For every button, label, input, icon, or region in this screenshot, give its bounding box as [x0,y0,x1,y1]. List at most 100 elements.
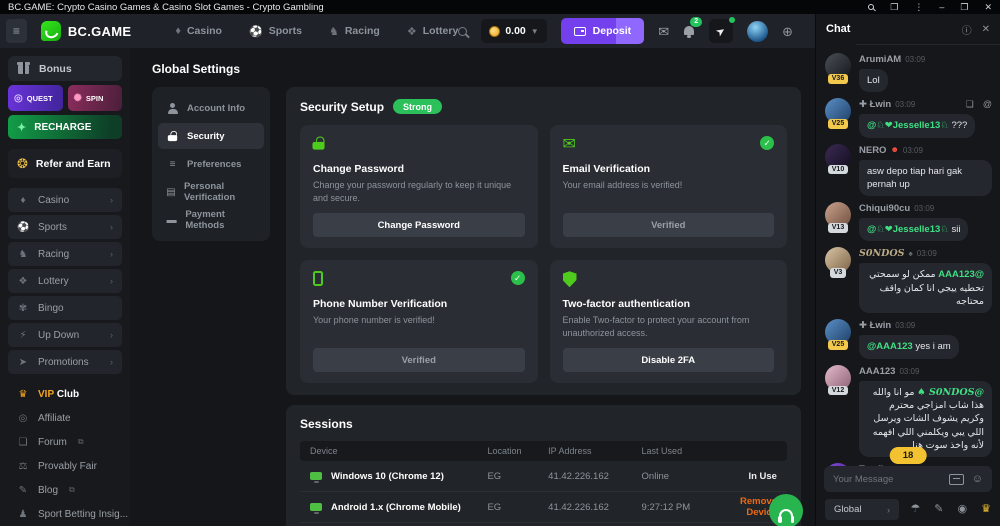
refer-label: Refer and Earn [36,158,111,170]
restore-button[interactable]: ❐ [960,2,968,13]
chevron-right-icon: › [110,276,113,286]
chat-info-icon[interactable]: ⓘ [962,22,972,37]
sidebar-link-provably-fair[interactable]: ⚖ Provably Fair [8,454,122,478]
trophy-icon[interactable]: ♛ [981,504,991,515]
sidebar-link-sport-betting-insig[interactable]: ♟ Sport Betting Insig... ⧉ [8,502,122,526]
settings-nav: Account Info Security ≡ Preferences ▤ Pe… [152,87,270,241]
notification-badge: 2 [690,17,702,27]
inbox-icon[interactable]: ✉ [658,25,669,38]
hamburger-menu-button[interactable]: ≡ [6,19,27,43]
sidebar-link-affiliate[interactable]: ◎ Affiliate [8,406,122,430]
user-avatar[interactable] [747,21,768,42]
pencil-icon[interactable]: ✎ [934,504,943,515]
sidebar-item-bonus[interactable]: Bonus [8,56,122,81]
minimize-button[interactable]: – [939,2,944,12]
spin-button[interactable]: ✺ SPIN [68,85,123,111]
browser-menu-icon[interactable]: ⋮ [914,2,923,13]
sidebar-item-racing[interactable]: ♞ Racing › [8,242,122,266]
sidebar-item-lottery[interactable]: ❖ Lottery › [8,269,122,293]
emoji-icon[interactable]: ☺ [972,474,983,485]
sessions-title: Sessions [300,417,787,431]
lock-icon [166,130,179,142]
sidebar-item-sports[interactable]: ⚽ Sports › [8,215,122,239]
sidebar-link-label: Forum [38,437,67,448]
sticker-icon[interactable] [949,474,964,485]
live-support-button[interactable] [769,494,803,526]
chat-message-input[interactable] [833,474,941,485]
recharge-icon: ✦ [17,121,26,134]
chat-message: V25 ✚ Łwin 03:09 ❏@ @♘❤Jesselle13♘ ??? [824,98,992,137]
coin-icon[interactable]: ◉ [958,504,968,515]
settings-nav-preferences[interactable]: ≡ Preferences [158,151,264,177]
sports-icon: ⚽ [17,222,29,233]
card-title: Two-factor authentication [563,298,775,310]
notifications-button[interactable]: 2 [683,25,695,37]
sessions-column-header: Location [487,446,548,456]
change-password-button[interactable]: Change Password [313,213,525,237]
chat-username[interactable]: ✚ Łwin [859,99,891,110]
search-icon[interactable] [458,27,467,36]
balance-selector[interactable]: 0.00 ▼ [481,19,546,43]
zoom-icon[interactable] [868,4,874,10]
chat-username[interactable]: S0NDOS [859,248,905,259]
racing-icon: ♞ [17,249,29,260]
chat-message: V3 S0NDOS ♠ 03:09 @AAA123 ممكن لو سمحتي … [824,247,992,313]
verified-button[interactable]: Verified [313,348,525,372]
deposit-button[interactable]: Deposit [561,18,645,44]
unread-count-pill[interactable]: 18 [890,447,927,464]
sidebar-item-promotions[interactable]: ➤ Promotions › [8,350,122,374]
nav-lottery[interactable]: ❖ Lottery [407,25,458,38]
chat-username[interactable]: ArumiAM [859,54,901,65]
message-actions[interactable]: ❏@ [966,99,992,110]
nav-label: Sports [269,25,302,37]
session-ip: 41.42.226.162 [548,471,641,482]
chat-header: Chat ⓘ ✕ [816,14,1000,44]
session-action[interactable]: Remove Device [716,496,777,518]
primary-nav: ♦ Casino ⚽ Sports ♞ Racing ❖ Lottery [175,25,458,38]
window-titlebar: BC.GAME: Crypto Casino Games & Casino Sl… [0,0,1000,14]
chat-room-selector[interactable]: Global › [825,499,899,520]
rain-icon[interactable]: ☂ [910,504,920,515]
settings-nav-personal-verification[interactable]: ▤ Personal Verification [158,179,264,205]
settings-nav-payment-methods[interactable]: ▬ Payment Methods [158,207,264,233]
casino-icon: ♦ [175,25,181,37]
chat-close-icon[interactable]: ✕ [982,24,990,35]
chat-username[interactable]: Chiqui90cu [859,203,910,214]
chat-username[interactable]: ✚ Łwin [859,320,891,331]
list-icon: ≡ [166,159,179,170]
sidebar-link-label: Affiliate [38,413,71,424]
card-title: Change Password [313,163,525,175]
brand-logo[interactable]: BC.GAME [41,21,132,41]
bonus-label: Bonus [39,63,72,75]
chat-toggle-button[interactable]: ➤ [709,19,733,43]
sidebar-item-bingo[interactable]: ✾ Bingo [8,296,122,320]
sidebar-link-blog[interactable]: ✎ Blog ⧉ [8,478,122,502]
chat-message: V13 Chiqui90cu 03:09 @♘❤Jesselle13♘ sii [824,202,992,241]
sidebar-item-casino[interactable]: ♦ Casino › [8,188,122,212]
settings-nav-account-info[interactable]: Account Info [158,95,264,121]
nav-sports[interactable]: ⚽ Sports [249,25,302,38]
quest-button[interactable]: ◎ QUEST [8,85,63,111]
sidebar-link-forum[interactable]: ❏ Forum ⧉ [8,430,122,454]
left-sidebar: Bonus ◎ QUEST ✺ SPIN ✦ R [0,48,130,526]
refer-and-earn-item[interactable]: ❂ Refer and Earn [8,149,122,178]
session-action: In Use [716,471,777,482]
card-description: Your email address is verified! [563,179,775,204]
disable-2fa-button[interactable]: Disable 2FA [563,348,775,372]
sidebar-item-up-down[interactable]: ⚡ Up Down › [8,323,122,347]
verified-button[interactable]: Verified [563,213,775,237]
chevron-right-icon: › [887,505,890,515]
tab-icon[interactable]: ❒ [890,2,898,13]
language-globe-icon[interactable]: ⊕ [782,25,793,38]
nav-casino[interactable]: ♦ Casino [175,25,222,38]
security-cards: Change Password Change your password reg… [300,125,787,383]
sidebar-link-vip-club[interactable]: ♛ VIP Club [8,382,122,406]
close-button[interactable]: ✕ [984,2,992,13]
chat-username[interactable]: AAA123 [859,366,895,377]
lottery-icon: ❖ [17,276,29,287]
nav-racing[interactable]: ♞ Racing [329,25,380,38]
recharge-button[interactable]: ✦ RECHARGE [8,115,122,139]
chat-username[interactable]: NERO [859,145,886,156]
level-badge: V25 [828,340,848,350]
settings-nav-security[interactable]: Security [158,123,264,149]
